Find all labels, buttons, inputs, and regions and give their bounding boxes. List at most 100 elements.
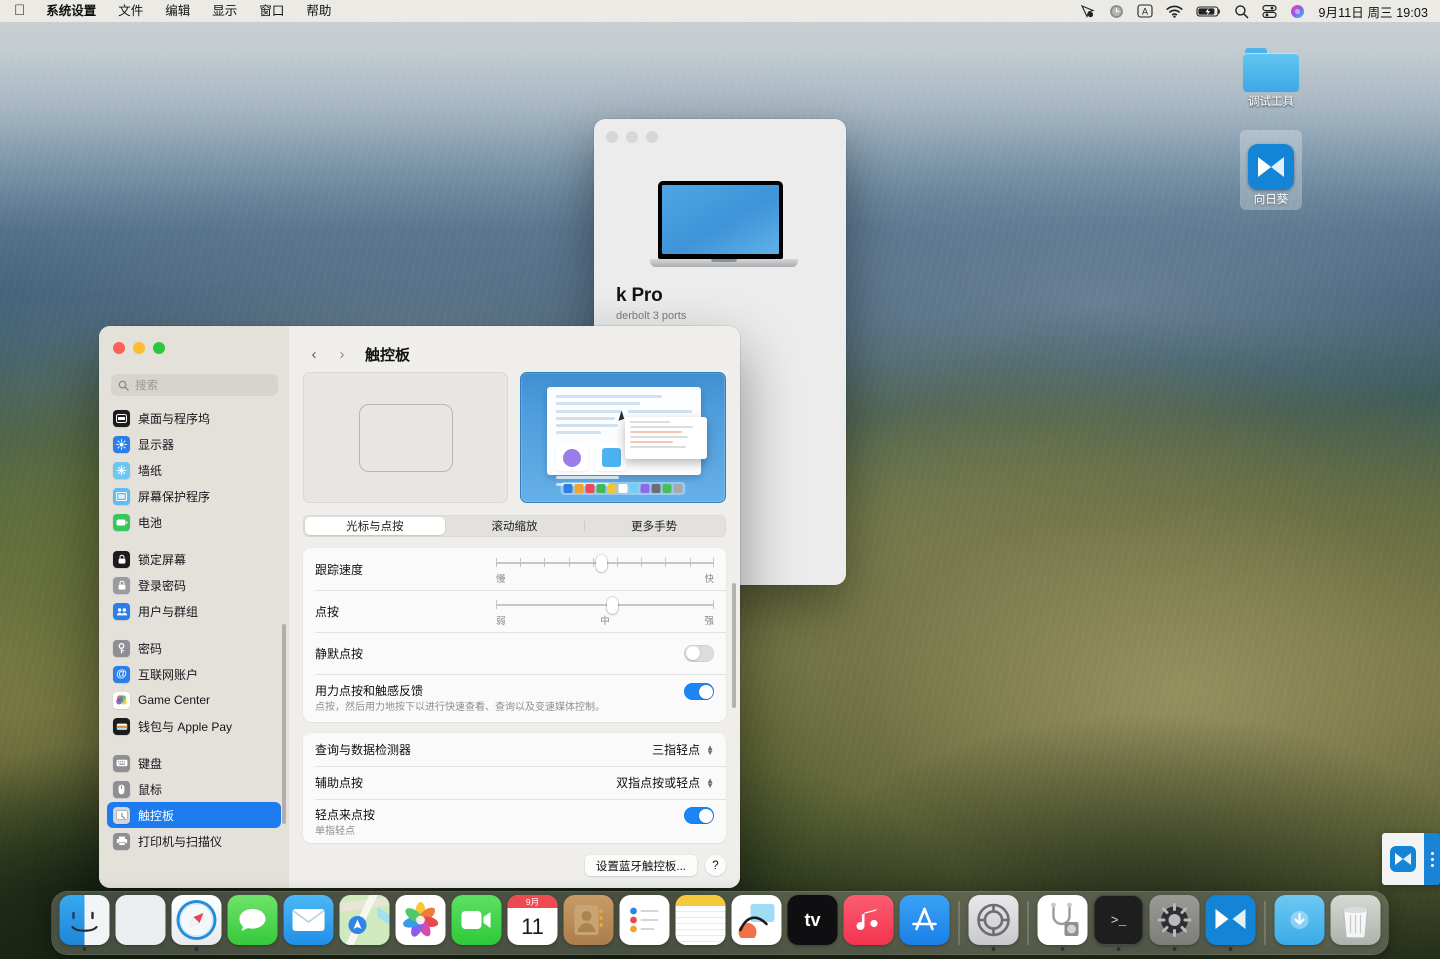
close-button[interactable]: [606, 131, 618, 143]
sidebar-scrollbar[interactable]: [282, 624, 286, 824]
dock-item-freeform[interactable]: [732, 895, 782, 951]
dock-item-photos[interactable]: [396, 895, 446, 951]
sidebar-item-printers-scanners[interactable]: 打印机与扫描仪: [107, 828, 281, 854]
sidebar-item-keyboard[interactable]: 键盘: [107, 750, 281, 776]
tab-more-gestures[interactable]: 更多手势: [584, 517, 724, 535]
dock-item-system-settings[interactable]: [969, 895, 1019, 951]
sidebar-item-internet-accounts[interactable]: @ 互联网账户: [107, 661, 281, 687]
gesture-preview-video[interactable]: [520, 372, 726, 503]
wifi-icon[interactable]: [1166, 3, 1183, 19]
slider-thumb[interactable]: [596, 555, 607, 572]
dock-item-calendar[interactable]: 9月 11: [508, 895, 558, 951]
system-settings-window[interactable]: 搜索 桌面与程序坞 显示器 墙纸: [99, 326, 740, 888]
sidebar-item-lock-screen[interactable]: 锁定屏幕: [107, 546, 281, 572]
sidebar-item-label: 互联网账户: [138, 666, 198, 683]
dock-item-launchpad[interactable]: [116, 895, 166, 951]
reminders-list-icon: [628, 906, 662, 934]
minimize-button[interactable]: [626, 131, 638, 143]
window-traffic-lights[interactable]: [99, 326, 289, 354]
slider-track[interactable]: [496, 556, 714, 570]
dock-item-appstore[interactable]: [900, 895, 950, 951]
lock-screen-icon: [113, 551, 130, 568]
more-dots-icon[interactable]: [1424, 833, 1440, 885]
force-click-toggle[interactable]: [684, 683, 714, 700]
sidebar-item-wallet-applepay[interactable]: 钱包与 Apple Pay: [107, 713, 281, 739]
sunlogin-widget-icon[interactable]: [1382, 833, 1424, 885]
time-machine-icon[interactable]: [1109, 3, 1124, 19]
desktop-icon-folder[interactable]: 调试工具: [1229, 30, 1313, 109]
tracking-speed-slider[interactable]: 慢 快: [496, 551, 714, 588]
apple-menu-icon[interactable]: : [10, 3, 35, 20]
sidebar-item-passwords[interactable]: 密码: [107, 635, 281, 661]
dock-item-messages[interactable]: [228, 895, 278, 951]
dock-item-terminal[interactable]: >_: [1094, 895, 1144, 951]
menu-item-view[interactable]: 显示: [201, 2, 248, 20]
desktop-icon-sunlogin[interactable]: 向日葵: [1229, 128, 1313, 207]
setup-bluetooth-trackpad-button[interactable]: 设置蓝牙触控板...: [585, 855, 697, 876]
sidebar-item-displays[interactable]: 显示器: [107, 431, 281, 457]
minimize-button[interactable]: [133, 342, 145, 354]
spotlight-search-icon[interactable]: [1234, 3, 1249, 19]
zoom-button[interactable]: [153, 342, 165, 354]
input-source-A-icon[interactable]: A: [1137, 3, 1153, 19]
dock-item-contacts[interactable]: [564, 895, 614, 951]
secondary-click-popup-button[interactable]: 双指点按或轻点 ▲▼: [616, 774, 714, 791]
menu-bar-clock[interactable]: 9月11日 周三 19:03: [1318, 2, 1428, 21]
sidebar-item-battery[interactable]: 电池: [107, 509, 281, 535]
sunlogin-floating-widget[interactable]: [1382, 833, 1440, 885]
screen-mirroring-icon[interactable]: [1081, 3, 1096, 19]
sidebar-item-users-groups[interactable]: 用户与群组: [107, 598, 281, 624]
menu-item-file[interactable]: 文件: [107, 2, 154, 20]
tab-scroll-zoom[interactable]: 滚动缩放: [445, 517, 585, 535]
dock-item-notes[interactable]: [676, 895, 726, 951]
control-center-icon[interactable]: [1262, 3, 1277, 19]
dock-separator: [959, 901, 960, 945]
menu-item-help[interactable]: 帮助: [295, 2, 342, 20]
dock-item-maps[interactable]: [340, 895, 390, 951]
battery-charging-icon[interactable]: [1196, 3, 1221, 19]
dock-item-reminders[interactable]: [620, 895, 670, 951]
search-input[interactable]: 搜索: [111, 374, 278, 396]
close-button[interactable]: [113, 342, 125, 354]
siri-icon[interactable]: [1290, 3, 1305, 19]
silent-click-toggle[interactable]: [684, 645, 714, 662]
content-scrollbar[interactable]: [732, 583, 736, 708]
click-pressure-slider[interactable]: 弱 中 强: [496, 593, 714, 630]
slider-thumb[interactable]: [607, 597, 618, 614]
dock-item-facetime[interactable]: [452, 895, 502, 951]
forward-button[interactable]: ›: [331, 343, 353, 365]
dock-item-gear-app[interactable]: [1150, 895, 1200, 951]
dock-item-trash[interactable]: [1331, 895, 1381, 951]
search-icon: [118, 380, 129, 391]
dock-item-appletv[interactable]: tv: [788, 895, 838, 951]
sidebar-item-game-center[interactable]: Game Center: [107, 687, 281, 713]
dock-item-safari[interactable]: [172, 895, 222, 951]
zoom-button[interactable]: [646, 131, 658, 143]
segmented-tabs[interactable]: 光标与点按 滚动缩放 更多手势: [303, 515, 726, 537]
dock-item-mail[interactable]: [284, 895, 334, 951]
dock-item-activity-monitor[interactable]: [1038, 895, 1088, 951]
sidebar-item-wallpaper[interactable]: 墙纸: [107, 457, 281, 483]
help-button[interactable]: ?: [705, 855, 726, 876]
lookup-popup-button[interactable]: 三指轻点 ▲▼: [652, 741, 714, 758]
back-button[interactable]: ‹: [303, 343, 325, 365]
sidebar-item-login-password[interactable]: 登录密码: [107, 572, 281, 598]
tab-point-click[interactable]: 光标与点按: [305, 517, 445, 535]
mouse-icon: [113, 781, 130, 798]
slider-min-label: 弱: [496, 613, 569, 627]
menu-item-system-settings[interactable]: 系统设置: [35, 2, 107, 20]
sidebar-item-screensaver[interactable]: 屏幕保护程序: [107, 483, 281, 509]
dock-item-downloads[interactable]: [1275, 895, 1325, 951]
slider-track[interactable]: [496, 598, 714, 612]
window-traffic-lights[interactable]: [594, 129, 846, 143]
dock-item-music[interactable]: [844, 895, 894, 951]
slider-max-label: 快: [704, 571, 714, 585]
sidebar-item-desktop-dock[interactable]: 桌面与程序坞: [107, 405, 281, 431]
sidebar-item-trackpad[interactable]: 触控板: [107, 802, 281, 828]
dock-item-sunlogin[interactable]: [1206, 895, 1256, 951]
dock-item-finder[interactable]: [60, 895, 110, 951]
tap-to-click-toggle[interactable]: [684, 807, 714, 824]
menu-item-window[interactable]: 窗口: [248, 2, 295, 20]
menu-item-edit[interactable]: 编辑: [154, 2, 201, 20]
sidebar-item-mouse[interactable]: 鼠标: [107, 776, 281, 802]
